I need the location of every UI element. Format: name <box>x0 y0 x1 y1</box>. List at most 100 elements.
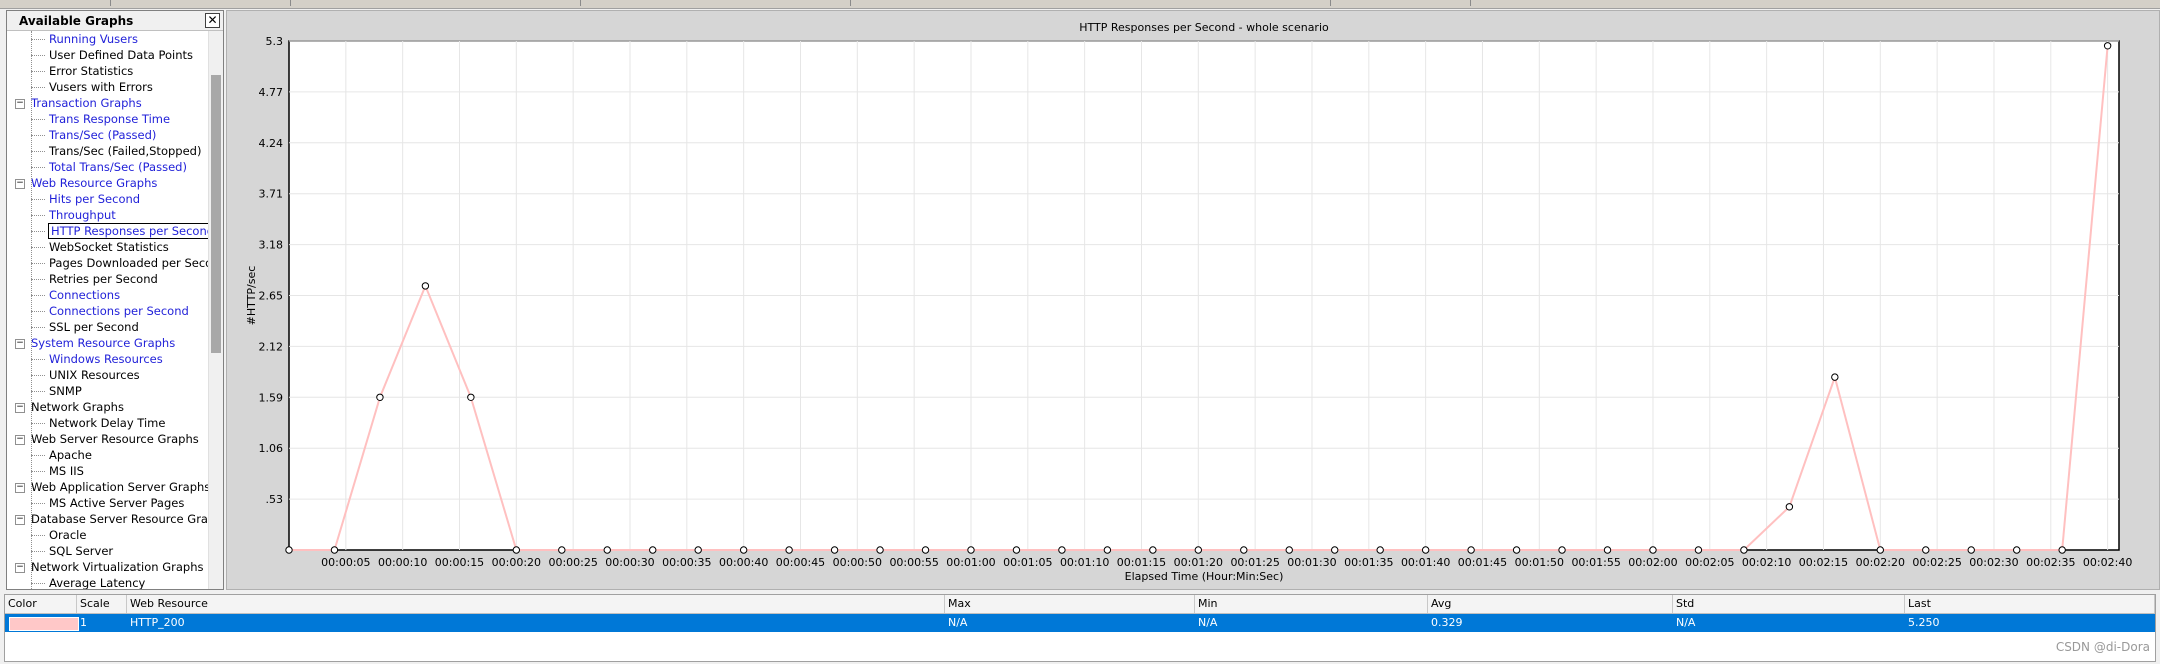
tree-label: Web Resource Graphs <box>31 176 158 190</box>
tree-item[interactable]: WebSocket Statistics <box>49 239 169 255</box>
collapse-icon[interactable]: − <box>15 514 25 525</box>
tree-item[interactable]: Trans/Sec (Failed,Stopped) <box>49 143 201 159</box>
legend-header-cell[interactable]: Max <box>945 595 1195 613</box>
data-point <box>558 546 566 554</box>
tree-group[interactable]: − Network Virtualization Graphs <box>15 559 203 575</box>
scrollbar-thumb[interactable] <box>211 75 221 353</box>
tree-label: Transaction Graphs <box>31 96 142 110</box>
tree-connector <box>31 87 45 88</box>
tree-connector <box>31 535 45 536</box>
data-point <box>1649 546 1657 554</box>
tree-item[interactable]: SQL Server <box>49 543 113 559</box>
tree-item[interactable]: Throughput <box>49 207 116 223</box>
close-icon[interactable]: ✕ <box>205 13 220 28</box>
data-point <box>285 546 293 554</box>
tree-scrollbar[interactable] <box>208 31 223 589</box>
tree-item[interactable]: MS IIS <box>49 463 84 479</box>
panel-header: Available Graphs ✕ <box>7 11 223 31</box>
tree-label: Vusers with Errors <box>49 80 153 94</box>
tree-item[interactable]: Connections <box>49 287 120 303</box>
collapse-icon[interactable]: − <box>15 402 25 413</box>
data-point <box>2103 42 2112 50</box>
x-axis-label: Elapsed Time (Hour:Min:Sec) <box>1125 570 1284 583</box>
tree-connector <box>31 31 32 589</box>
tree-group[interactable]: − System Resource Graphs <box>15 335 175 351</box>
legend-header-cell[interactable]: Min <box>1195 595 1428 613</box>
legend-color-cell[interactable] <box>5 614 79 632</box>
legend-avg-cell: 0.329 <box>1431 616 1463 629</box>
top-tab[interactable] <box>580 0 851 6</box>
collapse-icon[interactable]: − <box>15 434 25 445</box>
tree-connector <box>31 423 45 424</box>
collapse-icon[interactable]: − <box>15 178 25 189</box>
data-point <box>376 393 384 401</box>
tree-item[interactable]: Trans/Sec (Passed) <box>49 127 156 143</box>
tree-connector <box>31 247 45 248</box>
data-point <box>1831 373 1839 381</box>
data-point <box>1194 546 1203 554</box>
legend-header-cell[interactable]: Web Resource <box>127 595 945 613</box>
tree-item[interactable]: Vusers with Errors <box>49 79 153 95</box>
tree-item[interactable]: User Defined Data Points <box>49 47 193 63</box>
data-point <box>1694 546 1703 554</box>
collapse-icon[interactable]: − <box>15 562 25 573</box>
collapse-icon[interactable]: − <box>15 338 25 349</box>
tree-group[interactable]: − Transaction Graphs <box>15 95 142 111</box>
tree-label: Trans/Sec (Failed,Stopped) <box>49 144 202 158</box>
tree-group[interactable]: − Web Resource Graphs <box>15 175 157 191</box>
tree-connector <box>31 551 45 552</box>
tree-item[interactable]: Connections per Second <box>49 303 189 319</box>
legend-header-cell[interactable]: Avg <box>1428 595 1673 613</box>
x-tick-label: 00:00:20 <box>492 556 541 569</box>
tree-item[interactable]: Windows Resources <box>49 351 163 367</box>
tree-label: Running Vusers <box>49 32 138 46</box>
y-tick-label: 4.77 <box>259 86 284 99</box>
tree-item[interactable]: Trans Response Time <box>49 111 170 127</box>
tree-connector <box>31 455 45 456</box>
tree-item[interactable]: Oracle <box>49 527 86 543</box>
legend-header-cell[interactable]: Color <box>5 595 77 613</box>
tree-label: Trans/Sec (Passed) <box>49 128 157 142</box>
tree-group[interactable]: − Web Application Server Graphs <box>15 479 210 495</box>
x-tick-label: 00:01:50 <box>1515 556 1564 569</box>
tree-group[interactable]: − Database Server Resource Graphs <box>15 511 211 527</box>
x-tick-label: 00:02:20 <box>1856 556 1905 569</box>
tree-item[interactable]: UNIX Resources <box>49 367 140 383</box>
top-tab[interactable] <box>850 0 1331 6</box>
legend-header-row: Color Scale Web Resource Max Min Avg Std Last <box>5 595 2155 614</box>
data-point <box>1058 546 1066 554</box>
legend-header-cell[interactable]: Std <box>1673 595 1905 613</box>
legend-min-cell: N/A <box>1198 616 1218 629</box>
tree-item[interactable]: SNMP <box>49 383 82 399</box>
top-tab[interactable] <box>0 0 111 6</box>
tree-label: WebSocket Statistics <box>49 240 169 254</box>
x-tick-label: 00:00:40 <box>719 556 768 569</box>
x-tick-label: 00:02:40 <box>2083 556 2132 569</box>
tree-item[interactable]: Error Statistics <box>49 63 133 79</box>
tree-label: Error Statistics <box>49 64 134 78</box>
tree-item[interactable]: MS Active Server Pages <box>49 495 184 511</box>
top-tab[interactable] <box>1330 0 1471 6</box>
tree-item[interactable]: HTTP Responses per Second <box>47 223 211 239</box>
tree-item[interactable]: Apache <box>49 447 92 463</box>
tree-connector <box>31 311 45 312</box>
collapse-icon[interactable]: − <box>15 98 25 109</box>
tree-item[interactable]: Hits per Second <box>49 191 140 207</box>
tree-item[interactable]: SSL per Second <box>49 319 139 335</box>
tree-item[interactable]: Retries per Second <box>49 271 158 287</box>
legend-row[interactable]: 1 HTTP_200 N/A N/A 0.329 N/A 5.250 <box>5 614 2155 632</box>
legend-header-cell[interactable]: Scale <box>77 595 127 613</box>
legend-table: Color Scale Web Resource Max Min Avg Std Last 1… <box>4 594 2156 662</box>
tree-item[interactable]: Network Delay Time <box>49 415 165 431</box>
top-tab[interactable] <box>110 0 291 6</box>
tree-item[interactable]: Running Vusers <box>49 31 138 47</box>
tree-item[interactable]: Total Trans/Sec (Passed) <box>49 159 187 175</box>
tree-item[interactable]: Average Latency <box>49 575 145 589</box>
y-tick-label: 4.24 <box>259 137 284 150</box>
top-tab[interactable] <box>290 0 581 6</box>
x-tick-label: 00:01:40 <box>1401 556 1450 569</box>
tree-item[interactable]: Pages Downloaded per Second <box>49 255 211 271</box>
legend-header-cell[interactable]: Last <box>1905 595 2155 613</box>
tree-group[interactable]: − Web Server Resource Graphs <box>15 431 199 447</box>
collapse-icon[interactable]: − <box>15 482 25 493</box>
